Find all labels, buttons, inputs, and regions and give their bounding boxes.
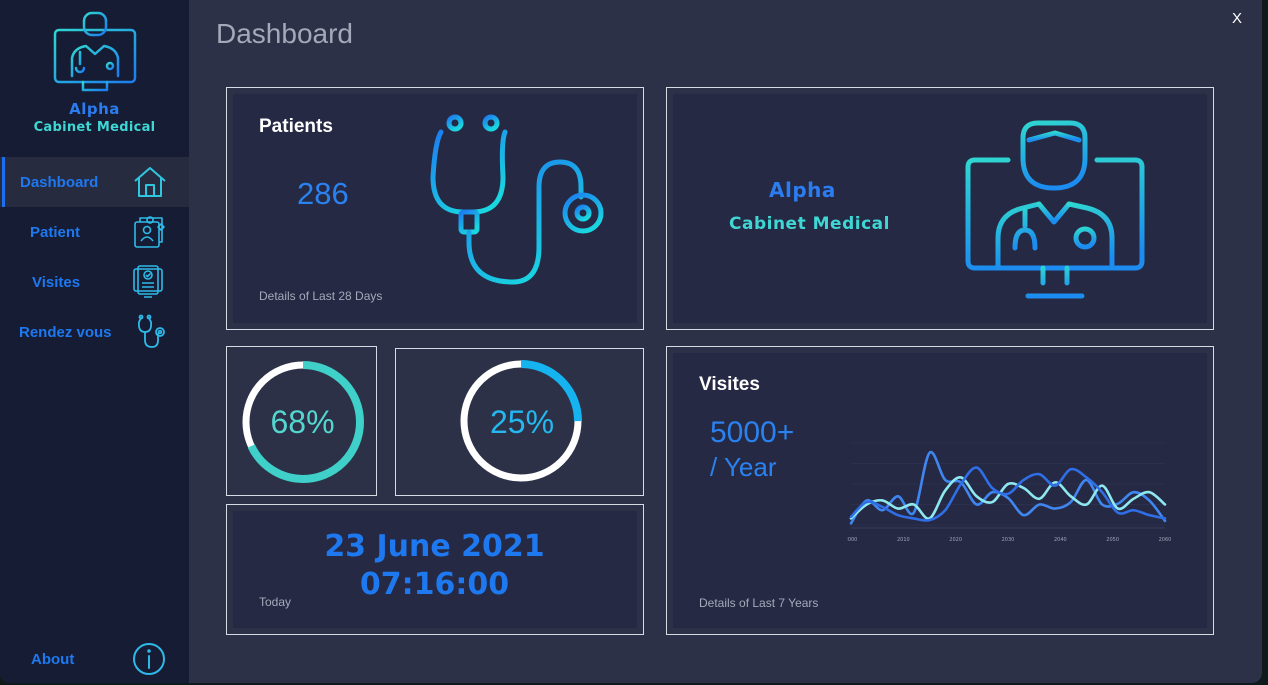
visites-subtitle: Details of Last 7 Years [699,596,819,610]
chart-x-tick-label: 2020 [949,537,962,543]
progress-label: 25% [489,404,555,440]
patient-folder-icon [134,216,165,248]
sidebar-item-patient[interactable]: Patient [0,207,189,257]
visites-period: / Year [710,452,777,482]
gauge-card-2: 25% [395,348,644,496]
current-date: 23 June 2021 [324,529,545,564]
brand-card-subtitle: Cabinet Medical [729,214,890,234]
chart-x-tick-label: 2000 [847,537,857,543]
brand-card-name: Alpha [769,178,836,202]
app-window: Alpha Cabinet Medical Dashboard Patient [0,0,1262,683]
chart-x-tick-label: 2030 [1002,537,1015,543]
info-icon [133,643,165,675]
visites-title: Visites [699,374,760,395]
page-title: Dashboard [216,18,353,49]
brand-name: Alpha [69,100,120,118]
sidebar: Alpha Cabinet Medical Dashboard Patient [0,0,189,683]
brand-card: Alpha Cabinet Medical [666,87,1214,330]
home-icon [134,167,166,197]
chart-x-tick-label: 2010 [897,537,910,543]
sidebar-item-label: Dashboard [20,173,99,191]
visites-count: 5000+ [710,416,795,449]
brand-subtitle: Cabinet Medical [33,120,156,135]
visites-line-chart: 2000 2010 2020 2030 2040 2050 2060 [847,442,1172,543]
patients-count: 286 [297,176,349,211]
medical-record-icon [133,265,163,298]
sidebar-item-rendez-vous[interactable]: Rendez vous [0,307,189,357]
patients-subtitle: Details of Last 28 Days [259,289,383,303]
chart-x-tick-label: 2050 [1106,537,1119,543]
date-card: 23 June 2021 07:16:00 Today [226,504,644,635]
sidebar-item-label: About [31,650,75,668]
gauge-card-1: 68% [226,346,377,496]
doctor-monitor-logo-icon [53,11,137,94]
today-label: Today [259,595,292,609]
sidebar-item-about[interactable]: About [0,634,189,683]
doctor-monitor-icon [965,120,1145,299]
chart-series-line-3 [849,466,1167,522]
sidebar-item-dashboard[interactable]: Dashboard [0,157,189,207]
chart-x-tick-label: 2060 [1159,537,1172,543]
stethoscope-icon [137,314,165,348]
sidebar-item-label: Patient [30,223,81,241]
close-button[interactable]: X [1232,10,1242,27]
sidebar-item-label: Visites [32,273,81,291]
stethoscope-icon [430,114,604,285]
visites-card: Visites 5000+ / Year Details of Last 7 Y… [666,346,1214,635]
sidebar-item-label: Rendez vous [19,323,112,341]
chart-x-tick-label: 2040 [1054,537,1067,543]
patients-title: Patients [259,116,333,137]
sidebar-item-visites[interactable]: Visites [0,257,189,307]
patients-card: Patients 286 Details of Last 28 Days [226,87,644,330]
progress-label: 68% [270,404,335,440]
